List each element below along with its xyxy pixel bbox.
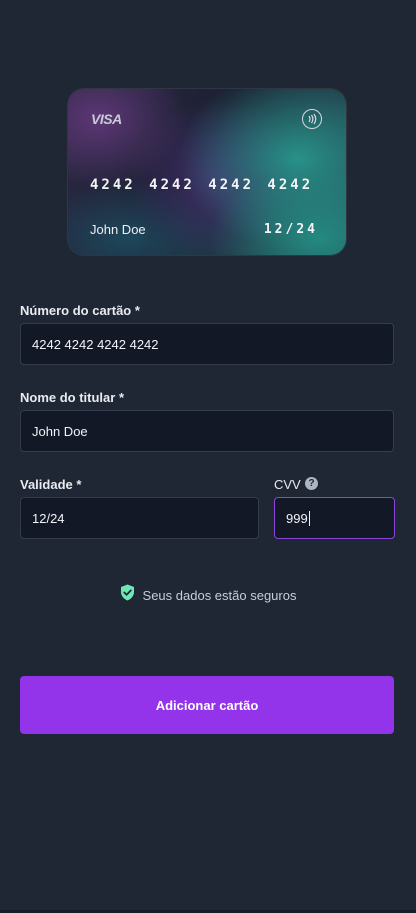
security-note: Seus dados estão seguros [0, 584, 416, 606]
expiry-input[interactable]: 12/24 [20, 497, 259, 539]
card-preview: VISA 4242 4242 4242 4242 John Doe 12/24 [68, 89, 346, 255]
shield-check-icon [120, 584, 135, 606]
card-number-value: 4242 4242 4242 4242 [32, 336, 159, 352]
text-caret [308, 510, 310, 526]
expiry-label: Validade * [20, 477, 82, 492]
holder-name-input[interactable]: John Doe [20, 410, 394, 452]
card-brand-logo: VISA [91, 111, 122, 127]
cvv-input[interactable]: 999 [274, 497, 395, 539]
card-number-input[interactable]: 4242 4242 4242 4242 [20, 323, 394, 365]
question-circle-icon[interactable]: ? [305, 477, 318, 490]
add-card-button[interactable]: Adicionar cartão [20, 676, 394, 734]
cvv-value: 999 [286, 510, 308, 526]
card-number-label: Número do cartão * [20, 303, 140, 318]
holder-name-value: John Doe [32, 423, 88, 439]
expiry-value: 12/24 [32, 510, 65, 526]
cvv-label: CVV [274, 477, 301, 492]
card-preview-expiry: 12/24 [263, 222, 318, 237]
card-preview-holder: John Doe [90, 222, 146, 237]
security-note-text: Seus dados estão seguros [142, 587, 297, 603]
add-card-screen: VISA 4242 4242 4242 4242 John Doe 12/24 … [0, 0, 416, 913]
card-preview-number: 4242 4242 4242 4242 [90, 177, 314, 193]
holder-name-label: Nome do titular * [20, 390, 125, 405]
contactless-icon [302, 109, 322, 129]
